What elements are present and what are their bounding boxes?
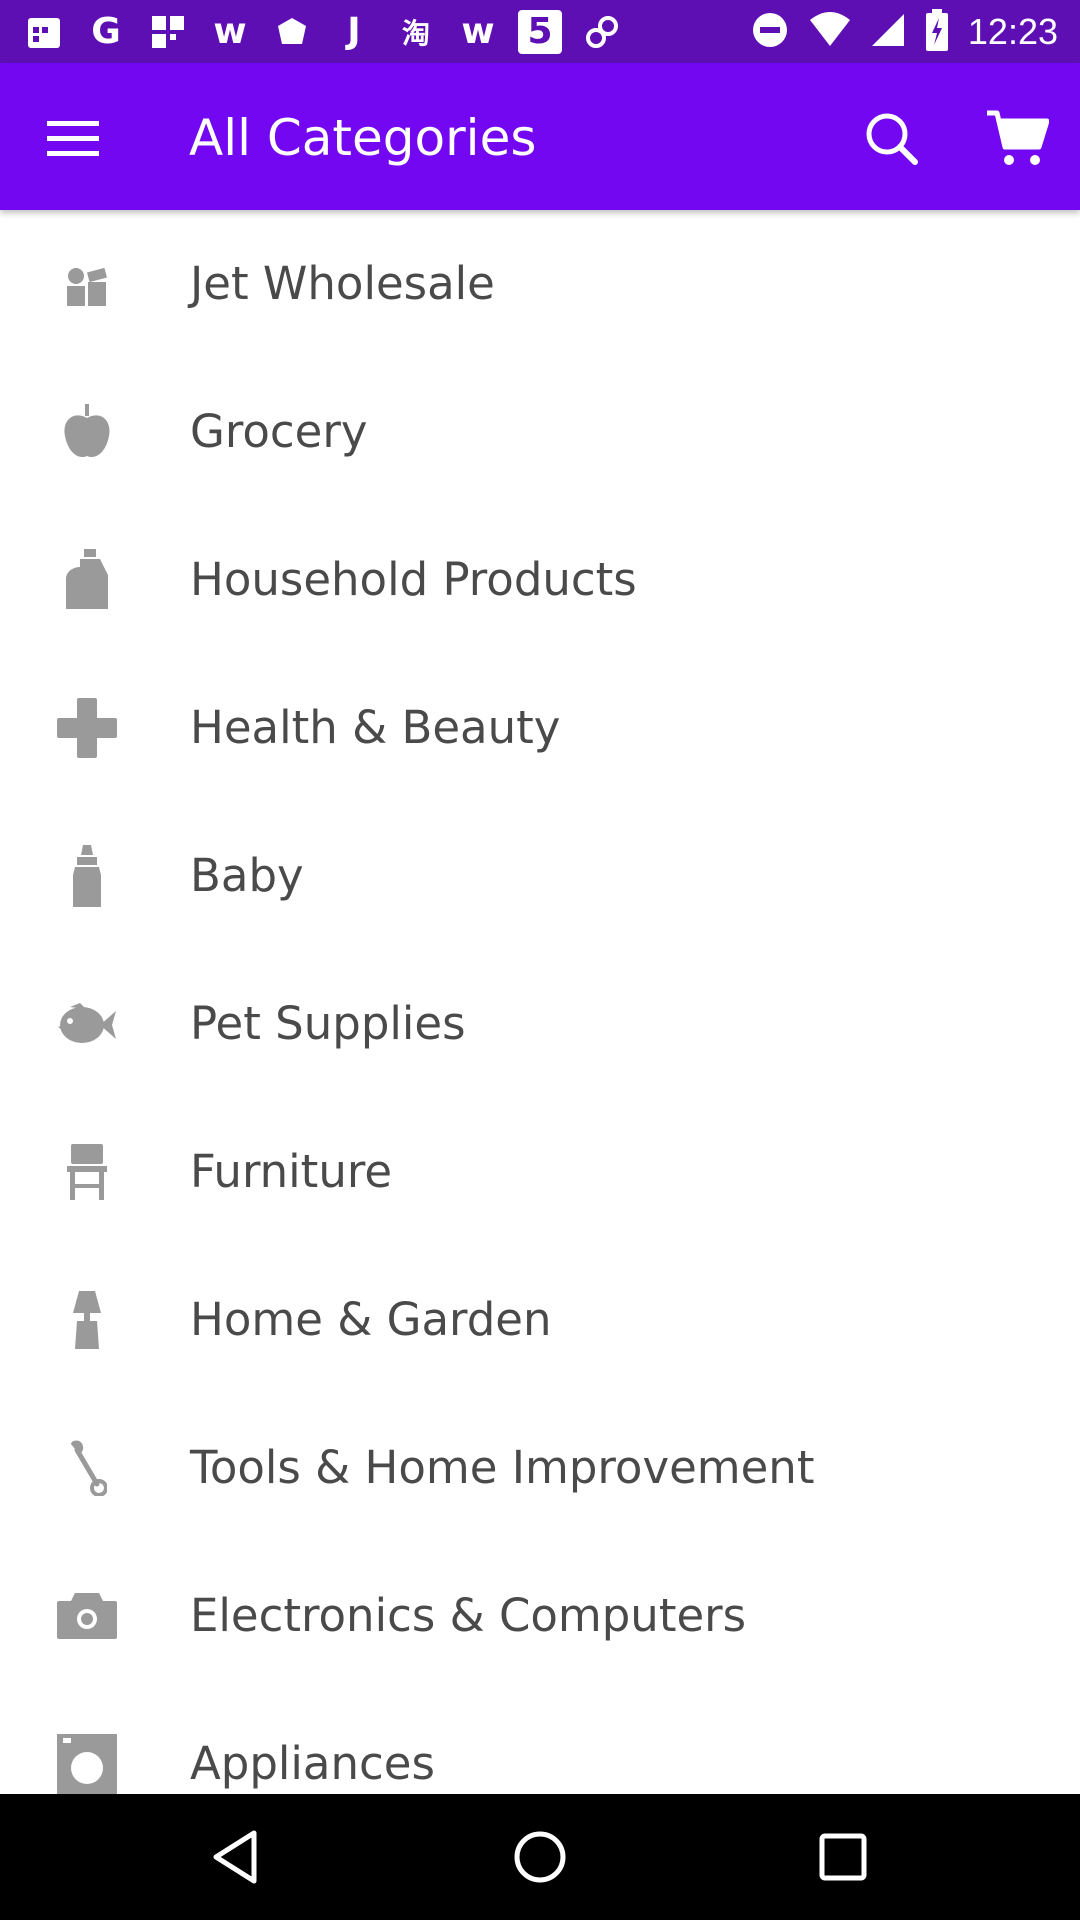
detergent-bottle-icon — [52, 549, 122, 610]
category-appliances[interactable]: Appliances — [0, 1690, 1080, 1794]
category-label: Tools & Home Improvement — [190, 1441, 815, 1494]
notification-icons: G w J 淘 w 5 — [22, 0, 624, 63]
status-bar: G w J 淘 w 5 12:23 — [0, 0, 1080, 63]
back-button[interactable] — [195, 1817, 275, 1897]
menu-button[interactable] — [34, 103, 112, 173]
chair-icon — [52, 1142, 122, 1202]
category-label: Pet Supplies — [190, 997, 466, 1050]
home-button[interactable] — [500, 1817, 580, 1897]
s-notification-icon: 5 — [518, 9, 562, 54]
category-home-garden[interactable]: Home & Garden — [0, 1246, 1080, 1394]
category-label: Grocery — [190, 405, 368, 458]
category-label: Baby — [190, 849, 304, 902]
wrench-icon — [52, 1438, 122, 1498]
apple-icon — [52, 402, 122, 462]
taobao-notification-icon: 淘 — [401, 16, 430, 50]
signal-icon — [870, 10, 906, 54]
walmart-w-notification-icon: w — [213, 11, 247, 52]
do-not-disturb-icon — [750, 10, 790, 54]
category-health-beauty[interactable]: Health & Beauty — [0, 654, 1080, 802]
fish-icon — [52, 994, 122, 1054]
wifi-icon — [808, 10, 852, 54]
grid-notification-icon — [146, 10, 190, 54]
category-label: Household Products — [190, 553, 637, 606]
category-label: Furniture — [190, 1145, 393, 1198]
tag-notification-icon — [270, 10, 314, 54]
category-label: Jet Wholesale — [190, 257, 495, 310]
camera-icon — [52, 1586, 122, 1646]
category-label: Appliances — [190, 1737, 435, 1790]
washing-machine-icon — [52, 1734, 122, 1794]
battery-charging-icon — [924, 8, 950, 55]
category-furniture[interactable]: Furniture — [0, 1098, 1080, 1246]
category-electronics-computers[interactable]: Electronics & Computers — [0, 1542, 1080, 1690]
calendar-notification-icon — [22, 10, 66, 54]
baby-bottle-icon — [52, 845, 122, 907]
back-triangle-icon — [213, 1830, 257, 1884]
system-navigation-bar — [0, 1794, 1080, 1920]
shopping-cart-icon — [987, 110, 1049, 165]
category-baby[interactable]: Baby — [0, 802, 1080, 950]
j-notification-icon: J — [347, 11, 361, 52]
recents-button[interactable] — [803, 1817, 883, 1897]
google-notification-icon: G — [91, 11, 121, 52]
hamburger-menu-icon — [47, 121, 99, 156]
category-tools-home-improvement[interactable]: Tools & Home Improvement — [0, 1394, 1080, 1542]
recents-square-icon — [819, 1833, 867, 1881]
category-jet-wholesale[interactable]: Jet Wholesale — [0, 210, 1080, 358]
category-pet-supplies[interactable]: Pet Supplies — [0, 950, 1080, 1098]
app-bar: All Categories — [0, 63, 1080, 210]
lamp-icon — [52, 1290, 122, 1350]
category-list: Jet Wholesale Grocery Household Products… — [0, 210, 1080, 1794]
cart-button[interactable] — [975, 99, 1059, 177]
page-title: All Categories — [189, 109, 537, 167]
category-household-products[interactable]: Household Products — [0, 506, 1080, 654]
link-notification-icon — [580, 10, 624, 54]
wish-notification-icon: w — [461, 11, 495, 52]
category-grocery[interactable]: Grocery — [0, 358, 1080, 506]
wholesale-icon — [52, 254, 122, 314]
category-label: Electronics & Computers — [190, 1589, 747, 1642]
system-status: 12:23 — [750, 0, 1058, 63]
home-circle-icon — [514, 1831, 566, 1883]
category-label: Health & Beauty — [190, 701, 561, 754]
search-button[interactable] — [856, 103, 926, 173]
medical-cross-icon — [52, 698, 122, 758]
search-icon — [866, 113, 918, 165]
category-label: Home & Garden — [190, 1293, 552, 1346]
clock: 12:23 — [967, 10, 1058, 52]
